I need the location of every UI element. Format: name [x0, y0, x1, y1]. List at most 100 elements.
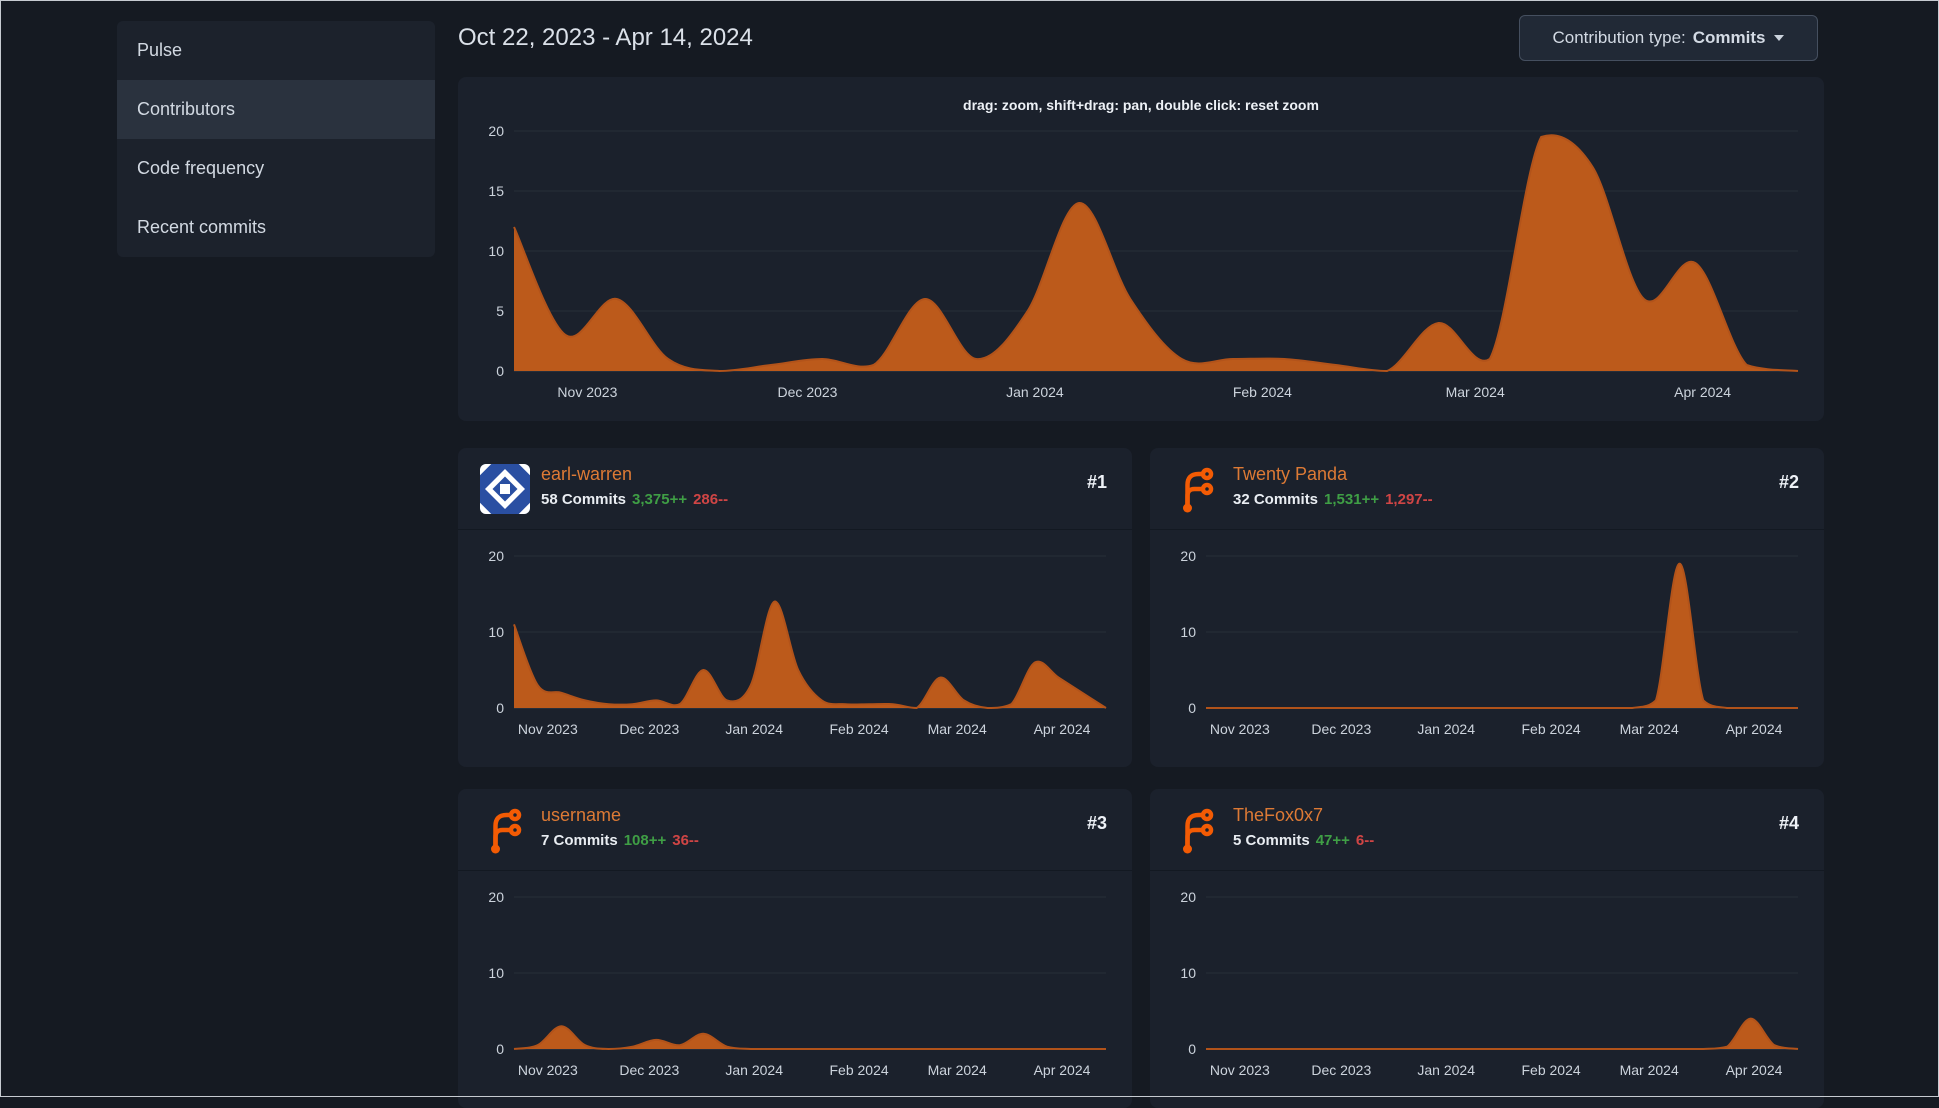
svg-text:Nov 2023: Nov 2023	[557, 384, 617, 400]
commit-count: 5 Commits	[1233, 832, 1310, 849]
contributor-stats: 32 Commits 1,531++ 1,297--	[1233, 491, 1433, 508]
svg-text:Nov 2023: Nov 2023	[518, 721, 578, 737]
contributor-name-link[interactable]: earl-warren	[541, 464, 632, 485]
contributor-card-2: Twenty Panda 32 Commits 1,531++ 1,297-- #2…	[1150, 448, 1824, 767]
svg-text:Feb 2024: Feb 2024	[1233, 384, 1292, 400]
svg-text:0: 0	[496, 1041, 504, 1057]
svg-text:20: 20	[488, 123, 504, 139]
identicon-avatar	[480, 464, 530, 514]
svg-text:0: 0	[1188, 1041, 1196, 1057]
svg-text:10: 10	[1180, 965, 1196, 981]
svg-text:Apr 2024: Apr 2024	[1034, 1062, 1091, 1078]
svg-text:Feb 2024: Feb 2024	[830, 1062, 889, 1078]
contributor-rank: #3	[1086, 813, 1107, 833]
svg-text:Feb 2024: Feb 2024	[1522, 1062, 1581, 1078]
forgejo-logo-avatar	[1172, 805, 1222, 855]
contributor-name-link[interactable]: Twenty Panda	[1233, 464, 1347, 485]
contribution-type-label: Contribution type:	[1552, 28, 1686, 47]
contributor-card-header: TheFox0x7 5 Commits 47++ 6-- #4	[1150, 789, 1824, 871]
date-range-title: Oct 22, 2023 - Apr 14, 2024	[458, 24, 753, 51]
svg-text:20: 20	[488, 548, 504, 564]
contributor-stats: 58 Commits 3,375++ 286--	[541, 491, 728, 508]
contribution-type-value: Commits	[1692, 28, 1766, 47]
contributor-chart[interactable]: 0 10 20 Nov 2023 Dec 2023 Jan 2024 Feb 2024 Mar…	[1158, 534, 1816, 760]
svg-text:Apr 2024: Apr 2024	[1034, 721, 1091, 737]
contributor-rank: #4	[1778, 813, 1799, 833]
chart-zoom-hint: drag: zoom, shift+drag: pan, double clic…	[963, 97, 1319, 113]
svg-text:Mar 2024: Mar 2024	[928, 1062, 987, 1078]
additions-count: 1,531++	[1324, 491, 1380, 508]
svg-text:Apr 2024: Apr 2024	[1726, 1062, 1783, 1078]
dropdown-caret-icon	[1774, 35, 1785, 41]
svg-text:Nov 2023: Nov 2023	[518, 1062, 578, 1078]
overall-contributions-panel: drag: zoom, shift+drag: pan, double clic…	[458, 77, 1824, 421]
svg-text:Dec 2023: Dec 2023	[619, 1062, 679, 1078]
svg-text:20: 20	[1180, 548, 1196, 564]
contributor-name-link[interactable]: TheFox0x7	[1233, 805, 1323, 826]
commit-count: 32 Commits	[1233, 491, 1319, 508]
svg-text:Nov 2023: Nov 2023	[1210, 721, 1270, 737]
svg-text:Mar 2024: Mar 2024	[928, 721, 987, 737]
commit-count: 58 Commits	[541, 491, 627, 508]
svg-text:Dec 2023: Dec 2023	[1311, 1062, 1371, 1078]
sidebar-item-code-frequency[interactable]: Code frequency	[117, 139, 435, 198]
svg-text:Mar 2024: Mar 2024	[1620, 721, 1679, 737]
svg-text:15: 15	[488, 183, 504, 199]
svg-text:Jan 2024: Jan 2024	[1417, 721, 1475, 737]
contributor-card-1: earl-warren 58 Commits 3,375++ 286-- #1 0 1…	[458, 448, 1132, 767]
svg-text:Apr 2024: Apr 2024	[1726, 721, 1783, 737]
additions-count: 108++	[623, 832, 667, 849]
commit-count: 7 Commits	[541, 832, 618, 849]
contributor-chart[interactable]: 0 10 20 Nov 2023 Dec 2023 Jan 2024 Feb 2024 Mar…	[466, 534, 1124, 760]
svg-text:Jan 2024: Jan 2024	[725, 721, 783, 737]
additions-count: 3,375++	[632, 491, 688, 508]
svg-text:Nov 2023: Nov 2023	[1210, 1062, 1270, 1078]
svg-text:Mar 2024: Mar 2024	[1620, 1062, 1679, 1078]
contributor-rank: #2	[1778, 472, 1799, 492]
svg-text:Jan 2024: Jan 2024	[1417, 1062, 1475, 1078]
forgejo-logo-avatar	[1172, 464, 1222, 514]
sidebar: Pulse Contributors Code frequency Recent…	[117, 21, 435, 257]
contributor-card-4: TheFox0x7 5 Commits 47++ 6-- #4 0 10 20 Nov 2…	[1150, 789, 1824, 1108]
svg-text:0: 0	[496, 363, 504, 379]
svg-text:10: 10	[488, 624, 504, 640]
contributor-name-link[interactable]: username	[541, 805, 621, 826]
svg-text:10: 10	[488, 243, 504, 259]
svg-text:Feb 2024: Feb 2024	[1522, 721, 1581, 737]
deletions-count: 36--	[672, 832, 699, 849]
sidebar-item-recent-commits[interactable]: Recent commits	[117, 198, 435, 257]
svg-text:20: 20	[1180, 889, 1196, 905]
forgejo-logo-avatar	[480, 805, 530, 855]
contributor-card-header: earl-warren 58 Commits 3,375++ 286-- #1	[458, 448, 1132, 530]
contribution-type-dropdown[interactable]: Contribution type: Commits	[1519, 15, 1818, 61]
sidebar-item-contributors[interactable]: Contributors	[117, 80, 435, 139]
contributor-chart[interactable]: 0 10 20 Nov 2023 Dec 2023 Jan 2024 Feb 2024 Mar…	[466, 875, 1124, 1101]
deletions-count: 6--	[1355, 832, 1375, 849]
svg-text:Jan 2024: Jan 2024	[725, 1062, 783, 1078]
overall-contributions-chart[interactable]: 0 5 10 15 20 Nov 2023 Dec 2023 Jan 2024 Feb 2024…	[466, 119, 1816, 415]
deletions-count: 1,297--	[1385, 491, 1433, 508]
svg-text:Dec 2023: Dec 2023	[778, 384, 838, 400]
contributor-stats: 7 Commits 108++ 36--	[541, 832, 699, 849]
contributor-card-3: username 7 Commits 108++ 36-- #3 0 10 20 Nov …	[458, 789, 1132, 1108]
contributor-card-header: username 7 Commits 108++ 36-- #3	[458, 789, 1132, 871]
contributor-card-header: Twenty Panda 32 Commits 1,531++ 1,297-- #2	[1150, 448, 1824, 530]
deletions-count: 286--	[693, 491, 729, 508]
contributor-stats: 5 Commits 47++ 6--	[1233, 832, 1374, 849]
svg-text:20: 20	[488, 889, 504, 905]
svg-text:Apr 2024: Apr 2024	[1674, 384, 1731, 400]
svg-text:0: 0	[1188, 700, 1196, 716]
svg-text:10: 10	[1180, 624, 1196, 640]
svg-text:Feb 2024: Feb 2024	[830, 721, 889, 737]
contributor-chart[interactable]: 0 10 20 Nov 2023 Dec 2023 Jan 2024 Feb 2024 Mar…	[1158, 875, 1816, 1101]
sidebar-item-pulse[interactable]: Pulse	[117, 21, 435, 80]
contributor-rank: #1	[1086, 472, 1107, 492]
svg-text:Mar 2024: Mar 2024	[1446, 384, 1505, 400]
svg-text:Dec 2023: Dec 2023	[1311, 721, 1371, 737]
svg-text:5: 5	[496, 303, 504, 319]
svg-text:Jan 2024: Jan 2024	[1006, 384, 1064, 400]
svg-text:10: 10	[488, 965, 504, 981]
svg-text:Dec 2023: Dec 2023	[619, 721, 679, 737]
contributors-page: { "header": { "date_range": "Oct 22, 202…	[0, 0, 1939, 1108]
svg-text:0: 0	[496, 700, 504, 716]
